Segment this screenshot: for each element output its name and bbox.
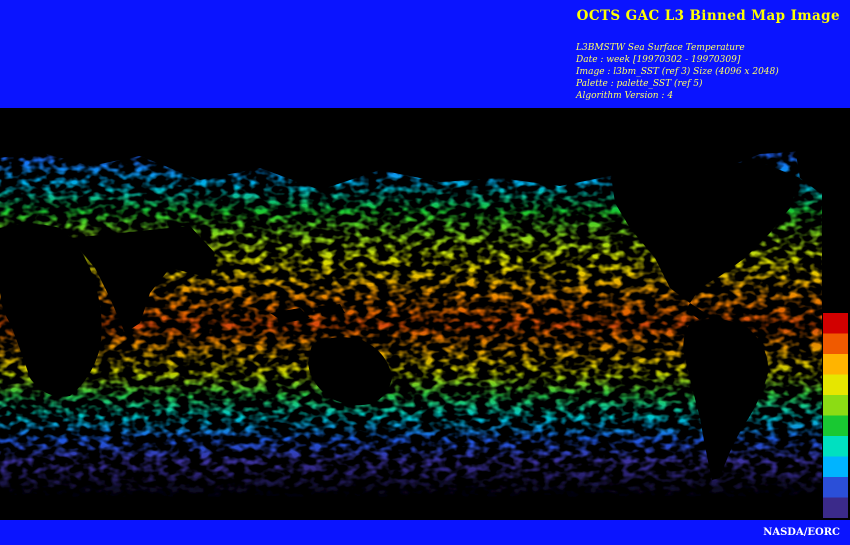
colorbar-swatch <box>823 415 848 437</box>
colorbar-swatch <box>823 436 848 457</box>
footer-banner: NASDA/EORC <box>0 520 850 545</box>
colorbar-swatch <box>823 456 848 478</box>
header-banner: OCTS GAC L3 Binned Map Image L3BMSTW Sea… <box>0 0 850 108</box>
colorbar-swatch <box>823 333 848 355</box>
credit-label: NASDA/EORC <box>763 527 840 538</box>
colorbar-swatch <box>823 395 848 416</box>
sst-colorbar <box>823 313 848 518</box>
colorbar-swatch <box>823 477 848 498</box>
meta-product: L3BMSTW Sea Surface Temperature <box>576 43 745 53</box>
sst-map-image <box>0 108 850 520</box>
colorbar-swatch <box>823 374 848 396</box>
sst-map <box>0 108 850 520</box>
antarctica-land <box>0 503 850 520</box>
colorbar-swatches <box>823 313 848 518</box>
meta-image: Image : l3bm_SST (ref 3) Size (4096 x 20… <box>576 67 779 77</box>
colorbar-swatch <box>823 313 848 334</box>
meta-algorithm: Algorithm Version : 4 <box>576 91 674 101</box>
meta-date: Date : week [19970302 - 19970309] <box>576 55 741 65</box>
meta-palette: Palette : palette_SST (ref 5) <box>576 79 703 89</box>
colorbar-swatch <box>823 354 848 375</box>
colorbar-swatch <box>823 497 848 518</box>
map-title: OCTS GAC L3 Binned Map Image <box>576 8 840 24</box>
metadata-block: L3BMSTW Sea Surface Temperature Date : w… <box>576 42 779 102</box>
